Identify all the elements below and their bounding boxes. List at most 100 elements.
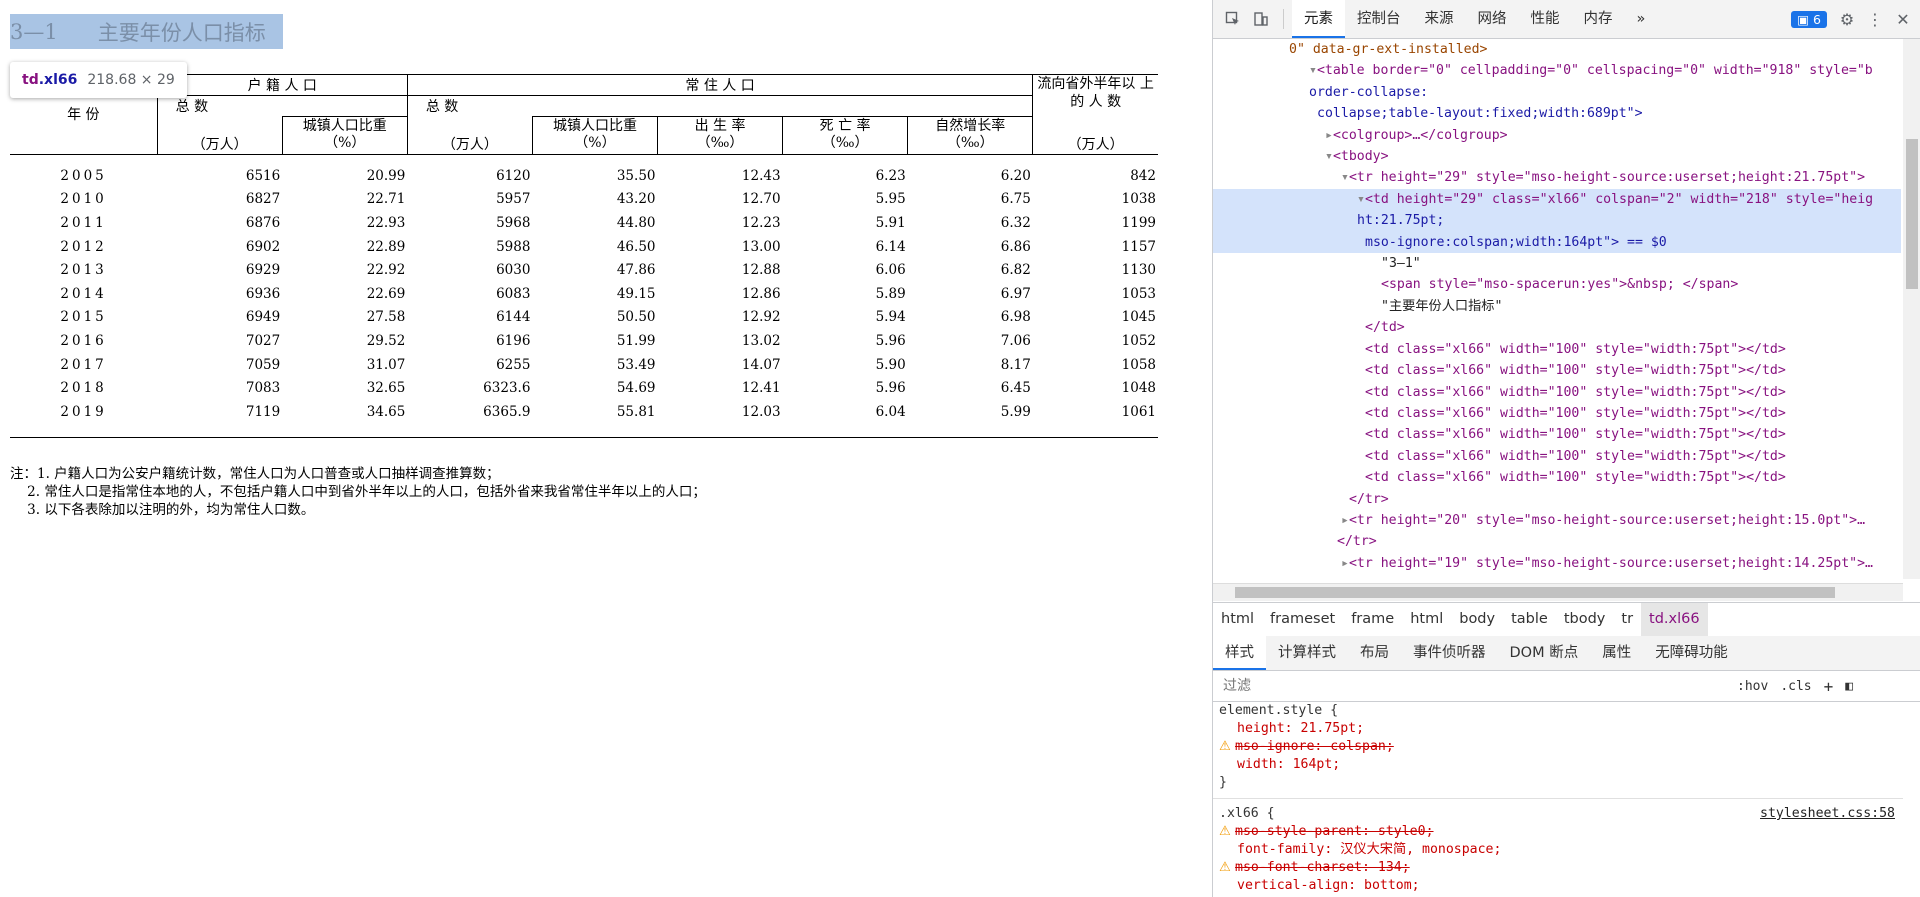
gear-icon[interactable]: ⚙ — [1833, 5, 1861, 33]
tab-sources[interactable]: 来源 — [1413, 0, 1466, 38]
tab-memory[interactable]: 内存 — [1572, 0, 1625, 38]
subtab-computed[interactable]: 计算样式 — [1266, 636, 1348, 670]
subtab-properties[interactable]: 属性 — [1590, 636, 1643, 670]
dom-line[interactable]: <td class="xl66" width="100" style="widt… — [1213, 446, 1901, 467]
value-cell: 1052 — [1121, 332, 1156, 349]
header-outflow: 流向省外半年以 上 的 人 数 — [1032, 74, 1158, 116]
year-cell: 2019 — [60, 403, 107, 420]
subtab-layout[interactable]: 布局 — [1348, 636, 1401, 670]
value-cell: 6516 — [245, 167, 281, 184]
add-rule-icon[interactable]: + — [1824, 677, 1834, 696]
dom-line[interactable]: <td class="xl66" width="100" style="widt… — [1213, 403, 1901, 424]
breadcrumb-item[interactable]: frame — [1343, 603, 1402, 636]
breadcrumb-item[interactable]: td.xl66 — [1641, 603, 1708, 636]
dom-line[interactable]: ▾<table border="0" cellpadding="0" cells… — [1213, 60, 1901, 81]
value-cell: 5968 — [496, 214, 531, 231]
hov-toggle[interactable]: :hov — [1737, 679, 1768, 694]
page-title[interactable]: 3—1 主要年份人口指标 — [10, 14, 283, 49]
value-cell: 6.23 — [875, 167, 906, 184]
value-cell: 1048 — [1121, 380, 1156, 397]
device-toggle-icon[interactable] — [1247, 5, 1275, 33]
tab-elements[interactable]: 元素 — [1292, 0, 1345, 38]
sidebar-toggle-icon[interactable]: ◧ — [1845, 679, 1853, 694]
style-prop[interactable]: vertical-align: bottom; — [1213, 877, 1903, 895]
style-prop[interactable]: height: 21.75pt; — [1213, 720, 1903, 738]
filter-input[interactable] — [1221, 677, 1725, 695]
dom-line[interactable]: <td class="xl66" width="100" style="widt… — [1213, 382, 1901, 403]
dom-line[interactable]: ▾<tbody> — [1213, 146, 1901, 167]
population-table: 年 份 户 籍 人 口 常 住 人 口 流向省外半年以 上 的 人 数 总 数 … — [10, 74, 1158, 439]
style-prop[interactable]: ⚠ mso-font-charset: 134; — [1213, 859, 1903, 877]
tab-network[interactable]: 网络 — [1466, 0, 1519, 38]
more-tabs-button[interactable]: » — [1625, 0, 1658, 38]
breadcrumb-item[interactable]: tr — [1613, 603, 1641, 636]
value-cell: 7.06 — [1000, 332, 1031, 349]
table-row: 2010 6827 22.71 5957 43.20 12.70 5.95 6.75 1038 — [10, 188, 1158, 212]
year-cell: 2013 — [60, 262, 107, 279]
value-cell: 6.97 — [1000, 285, 1031, 302]
dom-line-selected[interactable]: ht:21.75pt; — [1213, 210, 1901, 232]
tab-console[interactable]: 控制台 — [1345, 0, 1413, 38]
style-prop[interactable]: ⚠ mso-style-parent: style0; — [1213, 823, 1903, 841]
value-cell: 12.70 — [741, 191, 781, 208]
dom-line-selected[interactable]: ▾<td height="29" class="xl66" colspan="2… — [1213, 188, 1901, 211]
inspect-icon[interactable] — [1219, 5, 1247, 33]
breadcrumb-item[interactable]: html — [1402, 603, 1451, 636]
value-cell: 6.45 — [1000, 380, 1031, 397]
subtab-accessibility[interactable]: 无障碍功能 — [1643, 636, 1740, 670]
dom-line-selected[interactable]: mso-ignore:colspan;width:164pt"> == $0 — [1213, 231, 1901, 254]
dom-line[interactable]: <td class="xl66" width="100" style="widt… — [1213, 360, 1901, 381]
dom-line[interactable]: <td class="xl66" width="100" style="widt… — [1213, 424, 1901, 445]
style-prop[interactable]: width: 164pt; — [1213, 756, 1903, 774]
value-cell: 53.49 — [616, 356, 656, 373]
breadcrumb-item[interactable]: body — [1451, 603, 1503, 636]
rule-selector[interactable]: element.style { — [1213, 702, 1903, 720]
page-viewport: 3—1 主要年份人口指标 td.xl66 218.68 × 29 年 份 户 籍… — [0, 0, 1212, 897]
value-cell: 6255 — [496, 356, 531, 373]
breadcrumb-item[interactable]: tbody — [1556, 603, 1614, 636]
dom-line[interactable]: <span style="mso-spacerun:yes">&nbsp; </… — [1213, 274, 1901, 295]
dom-line[interactable]: <td class="xl66" width="100" style="widt… — [1213, 339, 1901, 360]
breadcrumb-item[interactable]: frameset — [1262, 603, 1343, 636]
style-prop[interactable]: font-family: 汉仪大宋简, monospace; — [1213, 841, 1903, 859]
style-prop[interactable]: ⚠ mso-ignore: colspan; — [1213, 738, 1903, 756]
breadcrumb-item[interactable]: html — [1213, 603, 1262, 636]
breadcrumb-item[interactable]: table — [1503, 603, 1556, 636]
tab-performance[interactable]: 性能 — [1519, 0, 1572, 38]
subtab-dom-breakpoints[interactable]: DOM 断点 — [1498, 636, 1591, 670]
dom-line[interactable]: ▸<tr height="20" style="mso-height-sourc… — [1213, 510, 1901, 531]
value-cell: 1061 — [1121, 403, 1156, 420]
dom-line[interactable]: </tr> — [1213, 531, 1901, 552]
dom-line[interactable]: </td> — [1213, 317, 1901, 338]
close-icon[interactable]: ✕ — [1889, 5, 1917, 33]
warning-icon: ⚠ — [1219, 824, 1236, 839]
dom-line[interactable]: "主要年份人口指标" — [1213, 296, 1901, 317]
dom-line[interactable]: "3—1" — [1213, 253, 1901, 274]
dom-horizontal-scrollbar[interactable] — [1213, 583, 1903, 601]
year-cell: 2005 — [60, 167, 107, 184]
dom-scrollbar[interactable] — [1903, 39, 1920, 579]
dom-line[interactable]: ▸<tr height="19" style="mso-height-sourc… — [1213, 553, 1901, 574]
cls-toggle[interactable]: .cls — [1780, 679, 1811, 694]
value-cell: 6120 — [496, 167, 531, 184]
dom-line[interactable]: ▸<colgroup>…</colgroup> — [1213, 125, 1901, 146]
value-cell: 7083 — [245, 380, 281, 397]
subtab-styles[interactable]: 样式 — [1213, 636, 1266, 670]
dom-line[interactable]: order-collapse: — [1213, 82, 1901, 103]
dom-line[interactable]: </tr> — [1213, 489, 1901, 510]
dom-line[interactable]: collapse;table-layout:fixed;width:689pt"… — [1213, 103, 1901, 124]
header-huji-total: 总 数 — [156, 95, 283, 116]
dom-line[interactable]: ▾<tr height="29" style="mso-height-sourc… — [1213, 167, 1901, 188]
value-cell: 5.96 — [875, 380, 906, 397]
value-cell: 5.94 — [875, 309, 906, 326]
value-cell: 5.91 — [875, 214, 906, 231]
issues-badge[interactable]: ▣ 6 — [1791, 10, 1827, 28]
rule-selector[interactable]: .xl66 {stylesheet.css:58 — [1213, 805, 1903, 823]
dom-line[interactable]: <td class="xl66" width="100" style="widt… — [1213, 467, 1901, 488]
stylesheet-link[interactable]: stylesheet.css:58 — [1760, 805, 1895, 823]
subtab-event-listeners[interactable]: 事件侦听器 — [1401, 636, 1498, 670]
dom-line[interactable]: 0" data-gr-ext-installed> — [1213, 39, 1901, 60]
value-cell: 20.99 — [366, 167, 406, 184]
kebab-menu-icon[interactable]: ⋮ — [1861, 5, 1889, 33]
table-row: 2014 6936 22.69 6083 49.15 12.86 5.89 6.97 1053 — [10, 282, 1158, 306]
